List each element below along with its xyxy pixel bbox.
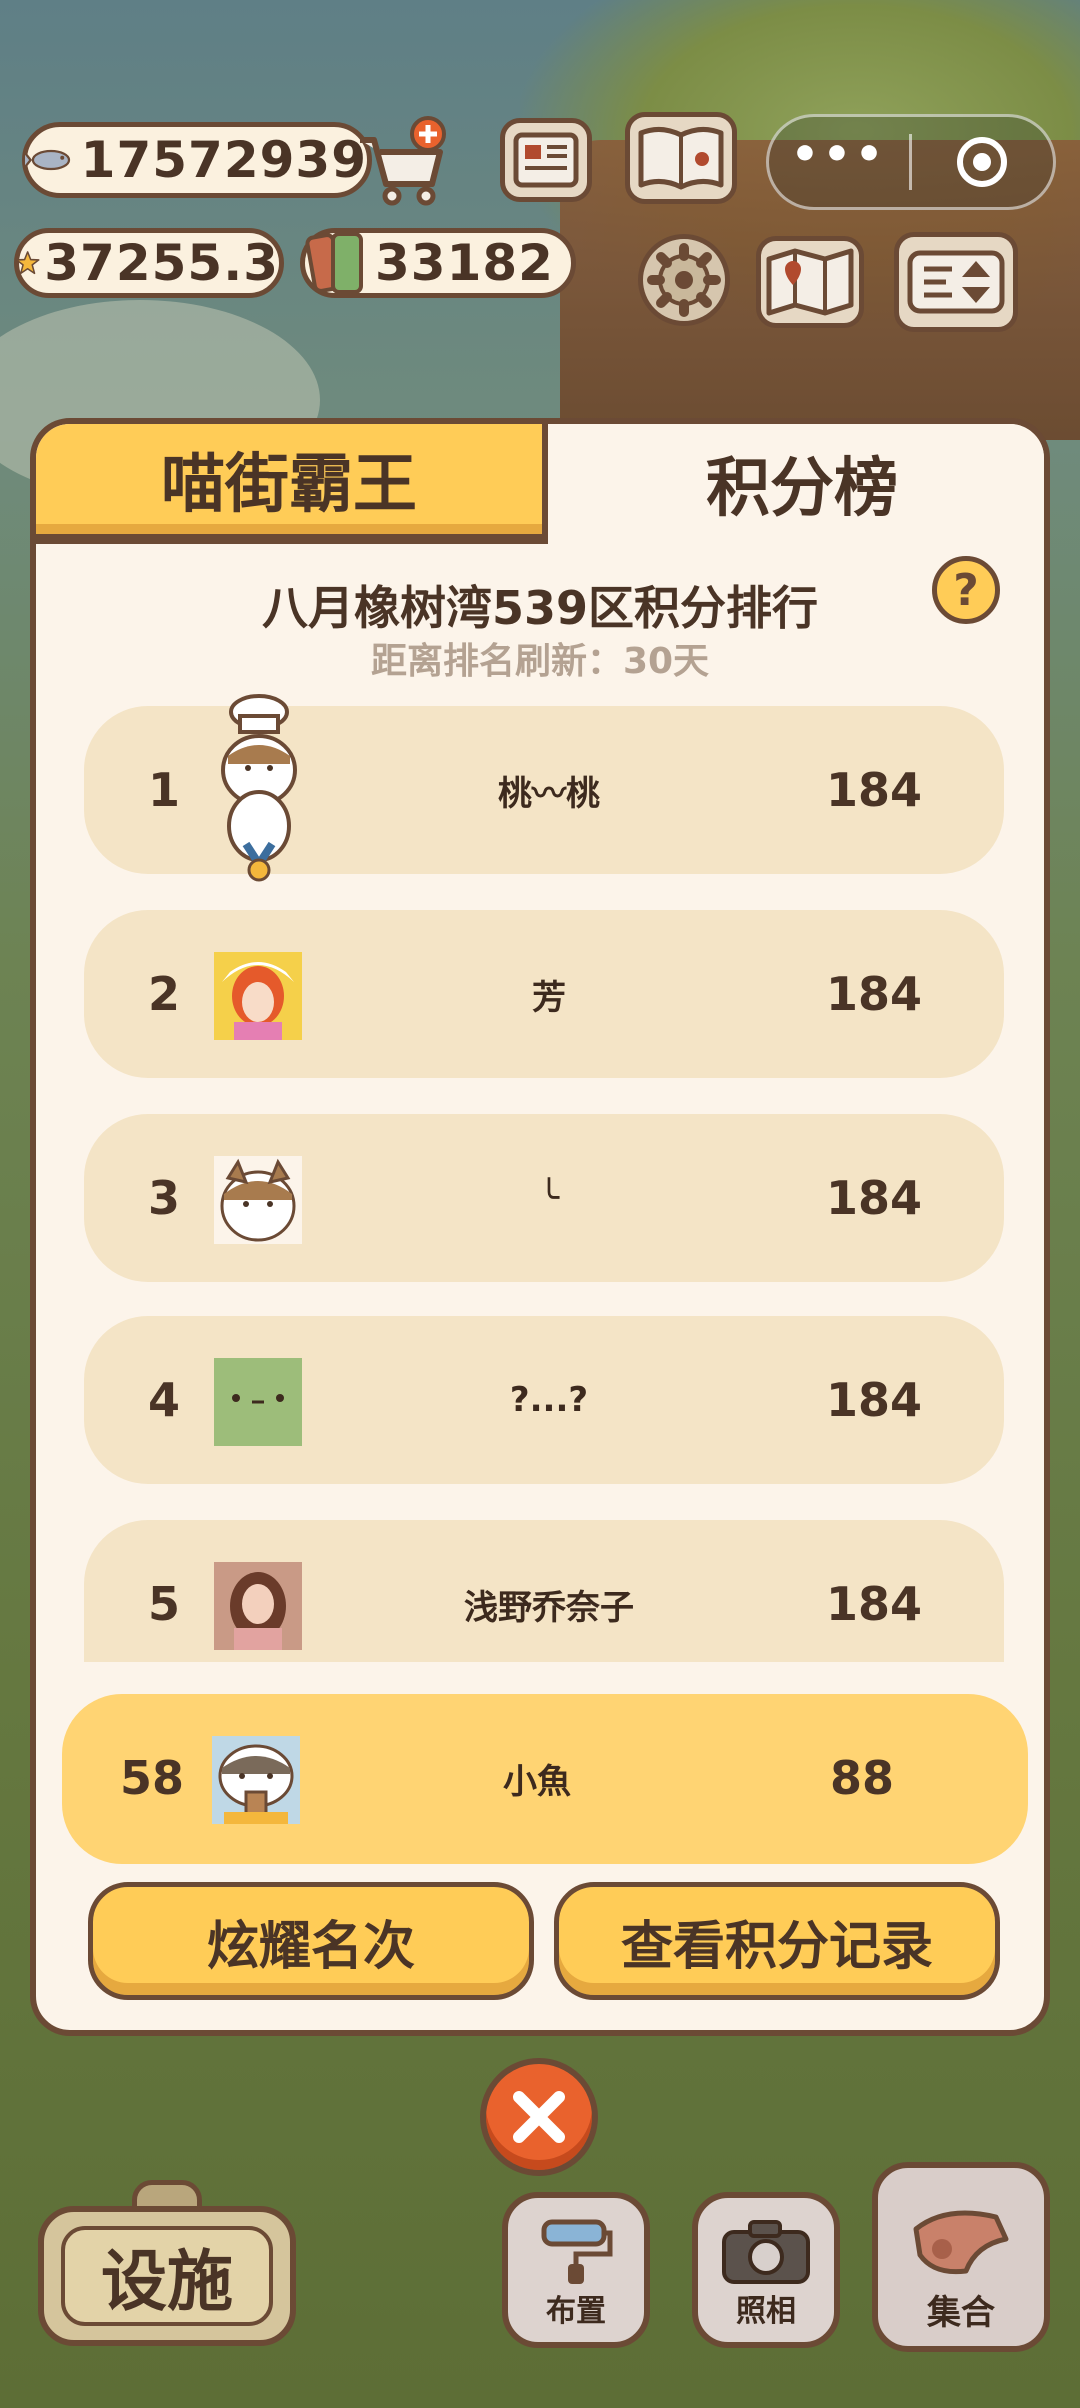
sort-button[interactable] bbox=[894, 232, 1018, 332]
ticket-counter: 33182 bbox=[300, 228, 576, 298]
paw-book-icon bbox=[638, 127, 724, 190]
leaderboard-row[interactable]: 2 芳 184 bbox=[84, 910, 1004, 1078]
newspaper-button[interactable] bbox=[500, 118, 592, 202]
row-score: 184 bbox=[825, 1373, 923, 1427]
help-button[interactable]: ? bbox=[932, 556, 1000, 624]
score-record-button[interactable]: 查看积分记录 bbox=[554, 1882, 1000, 2000]
gather-label: 集合 bbox=[927, 2293, 995, 2333]
cat-avatar-icon bbox=[214, 1156, 302, 1244]
row-player-name: ╰ bbox=[538, 1178, 560, 1218]
cart-add-icon[interactable] bbox=[352, 110, 452, 210]
my-player-name: 小魚 bbox=[503, 1761, 571, 1802]
sort-icon bbox=[907, 250, 1005, 314]
row-score: 184 bbox=[825, 1171, 923, 1225]
row-player-name: 桃〰桃 bbox=[498, 773, 600, 814]
show-off-rank-button[interactable]: 炫耀名次 bbox=[88, 1882, 534, 2000]
girl-avatar-icon bbox=[214, 952, 302, 1040]
gear-icon bbox=[647, 243, 721, 317]
avatar bbox=[214, 952, 302, 1040]
settings-button[interactable] bbox=[638, 234, 730, 326]
refresh-countdown: 距离排名刷新：30天 bbox=[370, 641, 710, 682]
ticket-value: 33182 bbox=[375, 234, 554, 292]
my-rank: 58 bbox=[119, 1751, 184, 1805]
leaderboard-title: 八月橡树湾539区积分排行 bbox=[261, 581, 819, 635]
chef-cat-avatar-icon bbox=[221, 694, 297, 882]
avatar bbox=[214, 1358, 302, 1446]
row-rank: 1 bbox=[147, 763, 180, 817]
avatar bbox=[214, 1562, 302, 1650]
close-icon bbox=[513, 2091, 565, 2143]
my-rank-row: 58 小魚 88 bbox=[62, 1694, 1028, 1864]
star-value: 37255.3 bbox=[44, 234, 279, 292]
leaderboard-row[interactable]: 1 桃〰桃 184 bbox=[84, 694, 1004, 882]
layout-label: 布置 bbox=[546, 2294, 606, 2329]
row-rank: 3 bbox=[147, 1171, 180, 1225]
paw-book-button[interactable] bbox=[625, 112, 737, 204]
target-icon bbox=[957, 137, 1007, 187]
row-score: 184 bbox=[825, 1577, 923, 1631]
avatar bbox=[214, 694, 302, 882]
miniprogram-capsule: ••• bbox=[766, 114, 1056, 210]
tab-score-ranking[interactable]: 积分榜 bbox=[548, 424, 1044, 542]
newspaper-icon bbox=[513, 132, 579, 188]
facility-button[interactable]: 设施 bbox=[38, 2206, 296, 2346]
cat-drink-avatar-icon bbox=[212, 1736, 300, 1824]
fish-coin-value: 17572939 bbox=[80, 131, 367, 189]
map-icon bbox=[766, 248, 854, 316]
row-score: 184 bbox=[825, 763, 923, 817]
map-button[interactable] bbox=[756, 236, 864, 328]
row-score: 184 bbox=[825, 967, 923, 1021]
avatar bbox=[214, 1156, 302, 1244]
exit-miniprogram-button[interactable] bbox=[912, 134, 1052, 190]
layout-button[interactable]: 布置 bbox=[502, 2192, 650, 2348]
my-avatar bbox=[212, 1736, 300, 1824]
leaderboard-row[interactable]: 3 ╰ 184 bbox=[84, 1114, 1004, 1282]
fish-coin-counter: 17572939 bbox=[22, 122, 372, 198]
paint-roller-icon bbox=[541, 2219, 613, 2284]
leaderboard-row[interactable]: 5 浅野乔奈子 184 bbox=[84, 1520, 1004, 1662]
leaderboard-row[interactable]: 4 ?...? 184 bbox=[84, 1316, 1004, 1484]
my-score: 88 bbox=[829, 1751, 894, 1805]
gather-button[interactable]: 集合 bbox=[872, 2162, 1050, 2352]
photo-button[interactable]: 照相 bbox=[692, 2192, 840, 2348]
whistle-icon bbox=[913, 2210, 1009, 2275]
row-player-name: 浅野乔奈子 bbox=[464, 1587, 634, 1628]
camera-icon bbox=[722, 2220, 810, 2284]
ticket-icon bbox=[305, 232, 363, 294]
leaderboard-tabs: 喵街霸王 积分榜 bbox=[36, 424, 1044, 544]
star-icon bbox=[15, 251, 40, 275]
portrait-avatar-icon bbox=[214, 1562, 302, 1650]
fish-icon bbox=[25, 149, 71, 171]
green-face-avatar-icon bbox=[214, 1358, 302, 1446]
row-rank: 2 bbox=[147, 967, 180, 1021]
row-rank: 4 bbox=[147, 1373, 180, 1427]
more-options-button[interactable]: ••• bbox=[769, 133, 909, 177]
close-button[interactable] bbox=[480, 2058, 598, 2176]
star-counter: 37255.3 bbox=[14, 228, 284, 298]
row-player-name: 芳 bbox=[532, 977, 566, 1018]
tab-street-king[interactable]: 喵街霸王 bbox=[36, 424, 548, 544]
photo-label: 照相 bbox=[736, 2294, 796, 2329]
leaderboard-panel: 喵街霸王 积分榜 八月橡树湾539区积分排行 距离排名刷新：30天 ? 1 桃〰… bbox=[30, 418, 1050, 2036]
facility-label: 设施 bbox=[61, 2226, 273, 2326]
row-player-name: ?...? bbox=[509, 1380, 589, 1420]
row-rank: 5 bbox=[147, 1577, 180, 1631]
